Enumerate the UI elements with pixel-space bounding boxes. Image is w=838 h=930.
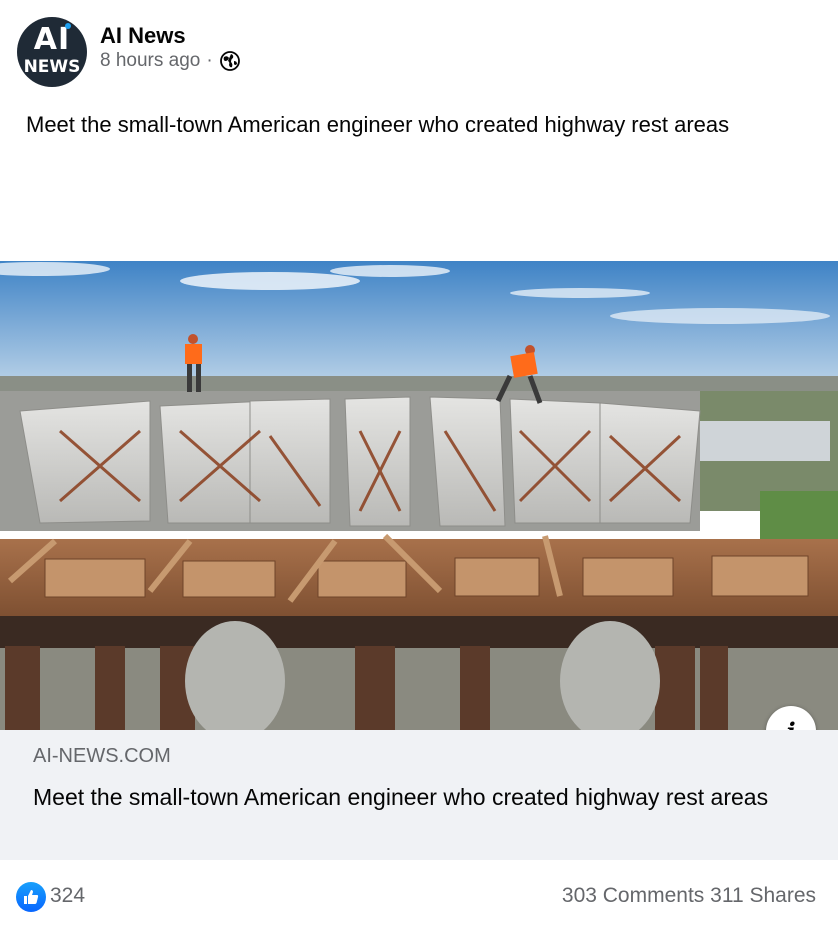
globe-icon[interactable] [219, 50, 241, 72]
link-domain: AI-NEWS.COM [33, 745, 171, 767]
meta-separator: · [206, 50, 213, 71]
post-message: Meet the small-town American engineer wh… [26, 112, 730, 137]
page-avatar[interactable]: AI NEWS [17, 17, 87, 87]
comments-count[interactable]: 303 Comments [562, 884, 704, 907]
avatar-logo-text: AI [33, 22, 71, 57]
page-name-link[interactable]: AI News [100, 23, 186, 49]
bridge-construction-photo [0, 261, 838, 730]
avatar-logo-dot [65, 23, 71, 29]
post-header: AI NEWS AI News 8 hours ago · [0, 0, 838, 100]
reactions-count[interactable]: 324 [50, 884, 85, 908]
avatar-logo-subtext: NEWS [23, 57, 81, 77]
post-meta: 8 hours ago · [100, 50, 241, 72]
comments-shares: 303 Comments 311 Shares [562, 884, 816, 908]
post-timestamp[interactable]: 8 hours ago [100, 50, 200, 72]
link-preview-image[interactable] [0, 261, 838, 730]
link-title[interactable]: Meet the small-town American engineer wh… [33, 782, 813, 812]
shares-count[interactable]: 311 Shares [710, 884, 816, 907]
like-icon[interactable] [16, 882, 46, 912]
